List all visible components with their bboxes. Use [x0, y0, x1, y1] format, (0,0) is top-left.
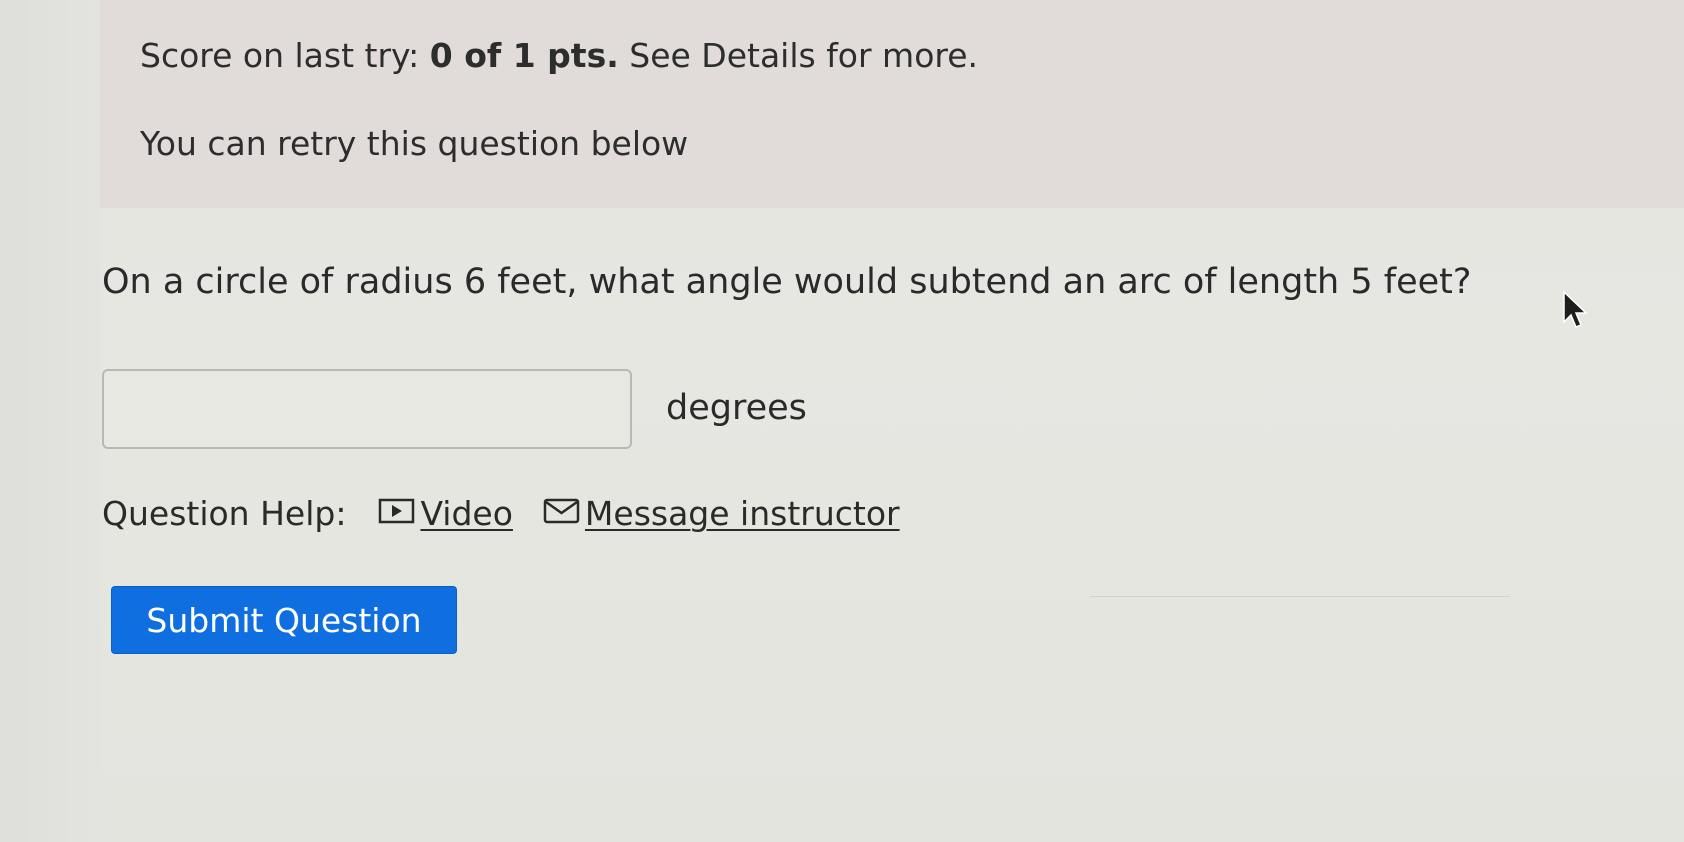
message-instructor-link[interactable]: Message instructor: [543, 494, 900, 533]
question-text: On a circle of radius 6 feet, what angle…: [102, 262, 1472, 302]
video-link[interactable]: Video: [378, 494, 513, 533]
question-help: Question Help: Video Message instructor: [102, 494, 900, 533]
video-link-label: Video: [420, 494, 513, 533]
retry-message: You can retry this question below: [140, 124, 689, 163]
mouse-cursor-icon: [1562, 290, 1590, 336]
score-suffix: See Details for more.: [618, 36, 979, 75]
score-prefix: Score on last try:: [140, 36, 430, 75]
score-feedback: Score on last try: 0 of 1 pts. See Detai…: [140, 36, 978, 75]
play-video-icon: [378, 494, 416, 533]
left-margin: [0, 0, 100, 842]
question-help-label: Question Help:: [102, 494, 347, 533]
answer-units: degrees: [666, 388, 807, 428]
message-instructor-label: Message instructor: [584, 494, 900, 533]
envelope-icon: [543, 494, 581, 533]
answer-input[interactable]: [102, 369, 632, 449]
score-value: 0 of 1 pts.: [429, 36, 619, 75]
submit-question-button[interactable]: Submit Question: [111, 586, 457, 654]
feedback-panel: [100, 0, 1684, 208]
page: Score on last try: 0 of 1 pts. See Detai…: [0, 0, 1684, 842]
divider: [1090, 596, 1510, 597]
